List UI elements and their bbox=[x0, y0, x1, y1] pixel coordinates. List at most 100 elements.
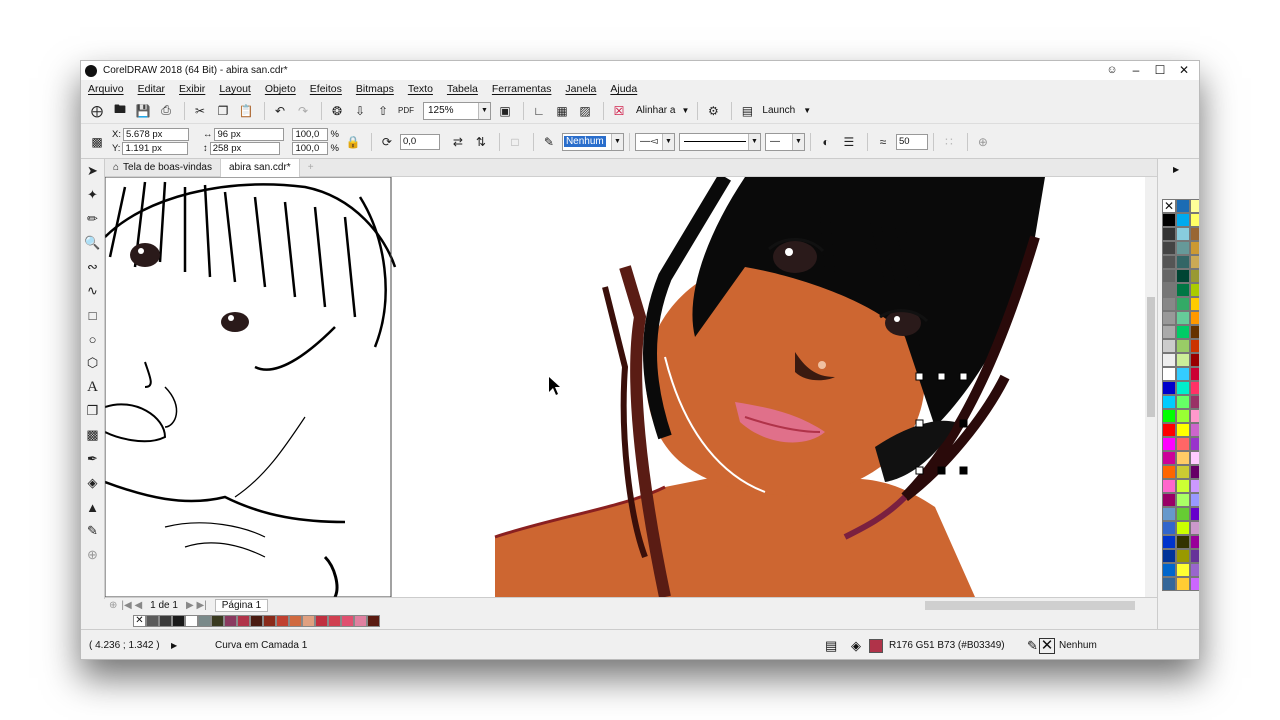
palette-swatch[interactable] bbox=[1190, 577, 1199, 591]
document-palette-swatch[interactable] bbox=[159, 615, 172, 627]
document-palette-swatch[interactable] bbox=[224, 615, 237, 627]
palette-swatch[interactable] bbox=[1176, 199, 1190, 213]
palette-swatch[interactable] bbox=[1190, 311, 1199, 325]
palette-swatch[interactable] bbox=[1162, 213, 1176, 227]
fill-color-swatch[interactable] bbox=[869, 639, 883, 653]
document-palette-swatch[interactable] bbox=[237, 615, 250, 627]
menu-arquivo[interactable]: Arquivo bbox=[88, 83, 124, 95]
palette-swatch[interactable] bbox=[1190, 241, 1199, 255]
document-palette-swatch[interactable] bbox=[250, 615, 263, 627]
document-palette-swatch[interactable] bbox=[172, 615, 185, 627]
start-arrow-select[interactable]: —◅ ▼ bbox=[634, 132, 675, 151]
document-palette-swatch[interactable] bbox=[328, 615, 341, 627]
redo-icon[interactable]: ↷ bbox=[293, 101, 313, 121]
add-icon[interactable]: ⊕ bbox=[973, 132, 993, 152]
palette-swatch[interactable] bbox=[1162, 521, 1176, 535]
palette-swatch[interactable] bbox=[1162, 381, 1176, 395]
palette-swatch[interactable] bbox=[1176, 409, 1190, 423]
palette-swatch[interactable] bbox=[1162, 395, 1176, 409]
document-palette-swatch[interactable] bbox=[211, 615, 224, 627]
close-button[interactable]: ✕ bbox=[1171, 61, 1197, 80]
document-palette-swatch[interactable] bbox=[354, 615, 367, 627]
palette-swatch[interactable] bbox=[1162, 507, 1176, 521]
document-palette-swatch[interactable] bbox=[289, 615, 302, 627]
palette-swatch[interactable] bbox=[1162, 367, 1176, 381]
zoom-tool-icon[interactable]: 🔍 bbox=[81, 231, 104, 255]
tab-welcome-screen[interactable]: ⌂ Tela de boas-vindas bbox=[105, 158, 221, 177]
palette-swatch[interactable] bbox=[1176, 577, 1190, 591]
document-palette-swatch[interactable] bbox=[263, 615, 276, 627]
palette-swatch[interactable] bbox=[1176, 479, 1190, 493]
eyedropper-icon[interactable]: ✒ bbox=[81, 447, 104, 471]
palette-swatch[interactable] bbox=[1162, 577, 1176, 591]
palette-swatch[interactable] bbox=[1190, 437, 1199, 451]
menu-exibir[interactable]: Exibir bbox=[179, 83, 205, 95]
document-palette-swatch[interactable] bbox=[341, 615, 354, 627]
mirror-vertical-icon[interactable]: ⇅ bbox=[471, 132, 491, 152]
palette-swatch[interactable] bbox=[1190, 353, 1199, 367]
drop-shadow-icon[interactable]: ❐ bbox=[81, 399, 104, 423]
rotation-field[interactable]: 0,0 bbox=[399, 133, 440, 150]
close-curve-icon[interactable]: ◐ bbox=[816, 132, 836, 152]
palette-swatch[interactable] bbox=[1162, 535, 1176, 549]
scale-height-field[interactable]: 100,0 bbox=[292, 142, 329, 155]
polygon-tool-icon[interactable]: ⬡ bbox=[81, 351, 104, 375]
crop-tool-icon[interactable]: ✏ bbox=[81, 207, 104, 231]
palette-swatch[interactable] bbox=[1176, 521, 1190, 535]
show-guidelines-icon[interactable]: ▨ bbox=[575, 101, 595, 121]
outline-width-select[interactable]: Nenhum ▼ bbox=[561, 132, 624, 151]
palette-swatch[interactable] bbox=[1190, 227, 1199, 241]
copy-icon[interactable]: ❐ bbox=[213, 101, 233, 121]
show-grid-icon[interactable]: ▦ bbox=[552, 101, 572, 121]
palette-swatch[interactable] bbox=[1176, 465, 1190, 479]
document-palette-swatch[interactable] bbox=[185, 615, 198, 627]
menu-layout[interactable]: Layout bbox=[219, 83, 251, 95]
palette-swatch[interactable] bbox=[1190, 451, 1199, 465]
restore-button[interactable]: ☐ bbox=[1147, 61, 1173, 80]
palette-swatch[interactable] bbox=[1190, 339, 1199, 353]
menu-janela[interactable]: Janela bbox=[565, 83, 596, 95]
palette-swatch[interactable] bbox=[1190, 395, 1199, 409]
palette-swatch[interactable] bbox=[1162, 479, 1176, 493]
document-palette-swatch[interactable] bbox=[146, 615, 159, 627]
palette-swatch[interactable] bbox=[1176, 367, 1190, 381]
palette-swatch[interactable] bbox=[1176, 451, 1190, 465]
smoothing-field[interactable]: 50 bbox=[895, 133, 928, 150]
palette-swatch[interactable] bbox=[1162, 311, 1176, 325]
palette-swatch[interactable] bbox=[1190, 423, 1199, 437]
smart-fill-icon[interactable]: ▲ bbox=[81, 495, 104, 519]
rectangle-tool-icon[interactable]: □ bbox=[81, 303, 104, 327]
palette-swatch[interactable] bbox=[1176, 535, 1190, 549]
palette-swatch[interactable] bbox=[1162, 465, 1176, 479]
menu-ajuda[interactable]: Ajuda bbox=[610, 83, 637, 95]
no-outline-icon[interactable]: ✕ bbox=[1039, 638, 1055, 654]
menu-editar[interactable]: Editar bbox=[138, 83, 165, 95]
to-curves-icon[interactable]: □ bbox=[505, 132, 525, 152]
menu-efeitos[interactable]: Efeitos bbox=[310, 83, 342, 95]
import-icon[interactable]: ⇩ bbox=[350, 101, 370, 121]
cut-icon[interactable]: ✂ bbox=[190, 101, 210, 121]
lock-ratio-icon[interactable]: 🔒 bbox=[343, 132, 363, 152]
artistic-media-icon[interactable]: ∿ bbox=[81, 279, 104, 303]
palette-swatch[interactable] bbox=[1190, 409, 1199, 423]
color-proof-icon[interactable]: ▤ bbox=[825, 638, 837, 654]
print-icon[interactable]: ⎙ bbox=[156, 101, 176, 121]
palette-swatch[interactable] bbox=[1190, 549, 1199, 563]
launch-icon[interactable]: ▤ bbox=[737, 101, 757, 121]
document-palette-swatch[interactable] bbox=[276, 615, 289, 627]
palette-swatch[interactable] bbox=[1176, 549, 1190, 563]
palette-swatch[interactable] bbox=[1162, 353, 1176, 367]
palette-swatch[interactable] bbox=[1176, 423, 1190, 437]
palette-swatch[interactable] bbox=[1162, 409, 1176, 423]
scale-width-field[interactable]: 100,0 bbox=[292, 128, 329, 141]
open-icon[interactable]: 🖿 bbox=[110, 101, 130, 121]
palette-swatch[interactable] bbox=[1190, 325, 1199, 339]
palette-swatch[interactable] bbox=[1176, 213, 1190, 227]
text-tool-icon[interactable]: A bbox=[81, 375, 104, 399]
palette-swatch[interactable] bbox=[1176, 227, 1190, 241]
mirror-horizontal-icon[interactable]: ⇄ bbox=[448, 132, 468, 152]
width-field[interactable]: 96 px bbox=[214, 128, 285, 141]
palette-swatch[interactable] bbox=[1162, 241, 1176, 255]
palette-swatch[interactable] bbox=[1176, 493, 1190, 507]
freehand-tool-icon[interactable]: ∾ bbox=[81, 255, 104, 279]
